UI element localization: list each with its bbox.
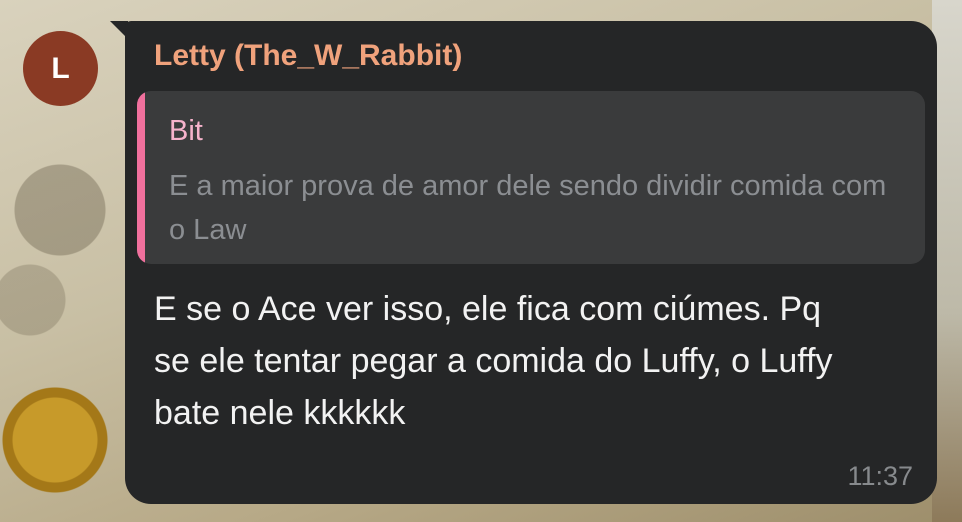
message-time: 11:37 (847, 461, 913, 491)
sender-name[interactable]: Letty (The_W_Rabbit) (154, 39, 462, 73)
message-bubble[interactable]: Letty (The_W_Rabbit) Bit E a maior prova… (125, 21, 937, 504)
message-text: E se o Ace ver isso, ele fica com ciúmes… (154, 290, 833, 432)
reply-accent-bar (137, 91, 145, 264)
reply-text: E a maior prova de amor dele sendo divid… (169, 170, 887, 246)
reply-author: Bit (169, 115, 203, 147)
avatar-letter: L (51, 51, 70, 85)
reply-quote[interactable]: Bit E a maior prova de amor dele sendo d… (137, 91, 925, 264)
avatar[interactable]: L (23, 31, 98, 106)
